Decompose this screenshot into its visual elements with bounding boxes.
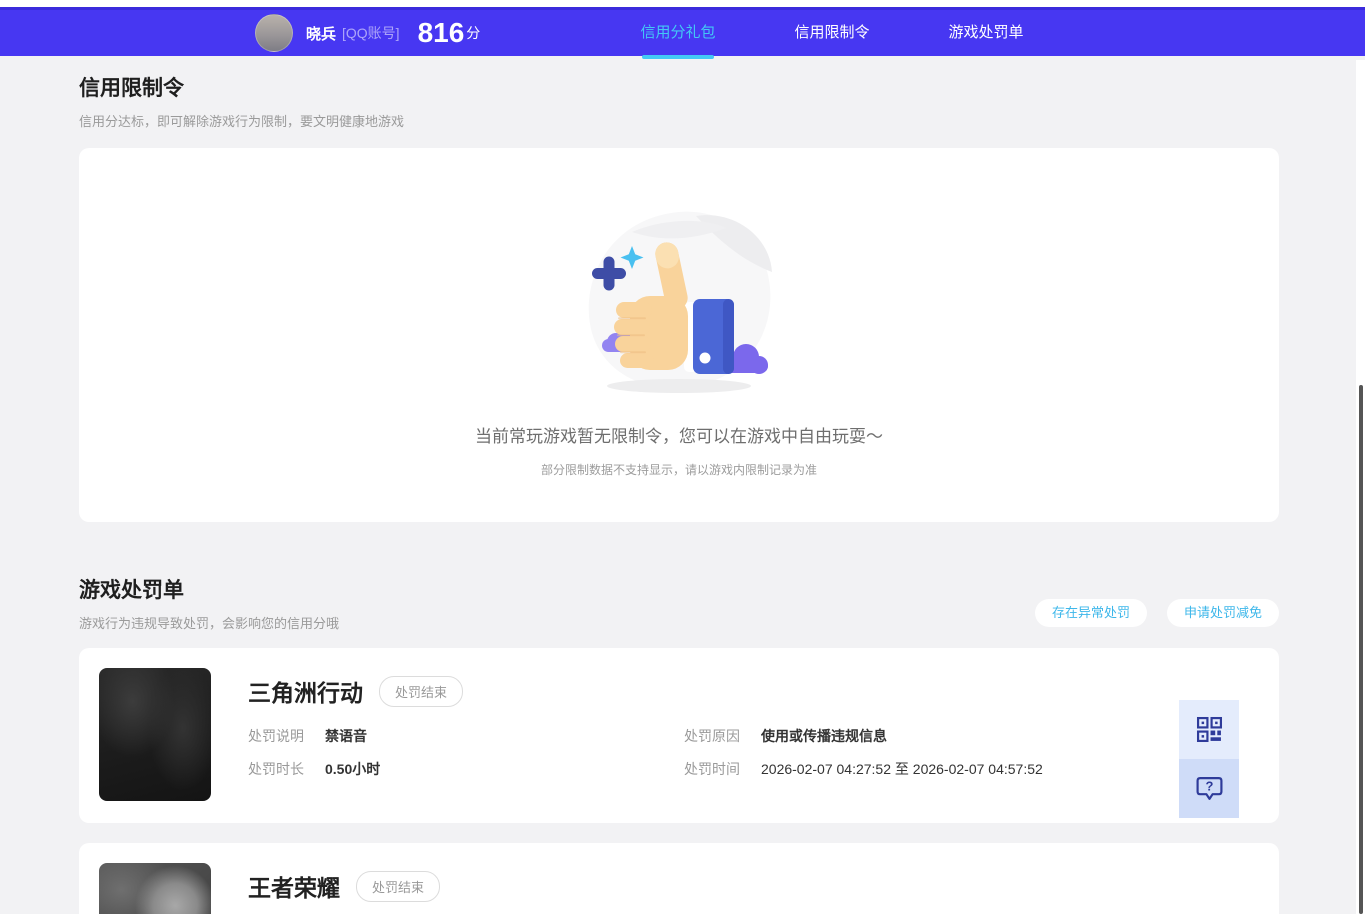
header-bar: 晓兵 [QQ账号] 816 分 信用分礼包 信用限制令 游戏处罚单: [0, 7, 1365, 59]
field-value: 0.50小时: [325, 761, 381, 777]
penalty-card-body: 王者荣耀 处罚结束 处罚说明 禁止排位赛,巅峰赛 处罚原因 存在干扰游戏体验行为: [248, 863, 1259, 914]
active-tab-underline: [642, 55, 714, 59]
penalty-section-head: 游戏处罚单 游戏行为违规导致处罚，会影响您的信用分哦 存在异常处罚 申请处罚减免: [79, 574, 1279, 632]
tab-credit-restriction-label: 信用限制令: [794, 24, 870, 41]
thumbs-up-illustration-icon: [588, 211, 772, 393]
penalty-card-body: 三角洲行动 处罚结束 处罚说明 禁语音 处罚原因 使用或传播违规信息 处罚时长 …: [248, 668, 1259, 803]
field-penalty-time: 处罚时间 2026-02-07 04:27:52 至 2026-02-07 04…: [684, 759, 1259, 779]
field-label: 处罚时间: [684, 761, 740, 777]
qr-code-button[interactable]: [1179, 700, 1239, 759]
field-value: 使用或传播违规信息: [761, 728, 887, 744]
account-type-label: [QQ账号]: [342, 25, 400, 41]
tab-credit-gift-label: 信用分礼包: [640, 24, 716, 41]
game-thumbnail-honor-of-kings: [99, 863, 211, 914]
user-block: 晓兵 [QQ账号] 816 分: [255, 10, 480, 56]
header-tabs: 信用分礼包 信用限制令 游戏处罚单: [601, 10, 1063, 59]
scrollbar-thumb[interactable]: [1359, 385, 1363, 914]
field-label: 处罚时长: [248, 761, 304, 777]
tab-game-penalty-label: 游戏处罚单: [948, 24, 1024, 41]
qr-code-icon: [1196, 716, 1222, 743]
restriction-section-subtitle: 信用分达标，即可解除游戏行为限制，要文明健康地游戏: [79, 114, 405, 129]
status-badge: 处罚结束: [356, 870, 441, 902]
restriction-section-title: 信用限制令: [79, 77, 184, 100]
tab-game-penalty[interactable]: 游戏处罚单: [909, 10, 1063, 56]
field-value: 禁语音: [325, 728, 367, 744]
tab-credit-gift[interactable]: 信用分礼包: [601, 10, 755, 59]
card-action-icons: ?: [1179, 700, 1239, 818]
svg-text:?: ?: [1205, 779, 1213, 794]
game-title: 三角洲行动: [248, 680, 363, 706]
game-thumbnail-delta-force: [99, 668, 211, 801]
scrollbar-track[interactable]: [1356, 60, 1365, 914]
abnormal-penalty-button[interactable]: 存在异常处罚: [1034, 599, 1147, 627]
help-bubble-icon: ?: [1196, 777, 1222, 800]
field-penalty-reason: 处罚原因 使用或传播违规信息: [684, 726, 1259, 746]
penalty-fields: 处罚说明 禁语音 处罚原因 使用或传播违规信息 处罚时长 0.50小时 处罚时间…: [248, 726, 1259, 779]
help-bubble-button[interactable]: ?: [1179, 759, 1239, 818]
restriction-section-head: 信用限制令 信用分达标，即可解除游戏行为限制，要文明健康地游戏: [79, 72, 1279, 130]
restriction-empty-card: 当前常玩游戏暂无限制令，您可以在游戏中自由玩耍～ 部分限制数据不支持显示，请以游…: [79, 148, 1279, 522]
field-label: 处罚说明: [248, 728, 304, 744]
top-strip: [0, 0, 1365, 7]
field-label: 处罚原因: [684, 728, 740, 744]
credit-score: 816: [417, 17, 465, 48]
penalty-relief-button[interactable]: 申请处罚减免: [1166, 599, 1279, 627]
status-badge: 处罚结束: [379, 675, 464, 707]
user-avatar: [255, 14, 293, 52]
field-value: 2026-02-07 04:27:52 至 2026-02-07 04:57:5…: [761, 761, 1043, 777]
empty-state-sub-text: 部分限制数据不支持显示，请以游戏内限制记录为准: [540, 463, 817, 477]
user-name: 晓兵: [306, 25, 337, 43]
tab-credit-restriction[interactable]: 信用限制令: [755, 10, 909, 56]
penalty-card-delta-force: 三角洲行动 处罚结束 处罚说明 禁语音 处罚原因 使用或传播违规信息 处罚时长 …: [79, 648, 1279, 823]
empty-state-main-text: 当前常玩游戏暂无限制令，您可以在游戏中自由玩耍～: [475, 427, 883, 446]
field-penalty-duration: 处罚时长 0.50小时: [248, 759, 684, 779]
penalty-head-buttons: 存在异常处罚 申请处罚减免: [1034, 599, 1279, 627]
field-penalty-description: 处罚说明 禁语音: [248, 726, 684, 746]
game-title: 王者荣耀: [248, 875, 340, 901]
penalty-card-honor-of-kings: 王者荣耀 处罚结束 处罚说明 禁止排位赛,巅峰赛 处罚原因 存在干扰游戏体验行为: [79, 843, 1279, 914]
credit-score-unit: 分: [466, 25, 481, 41]
